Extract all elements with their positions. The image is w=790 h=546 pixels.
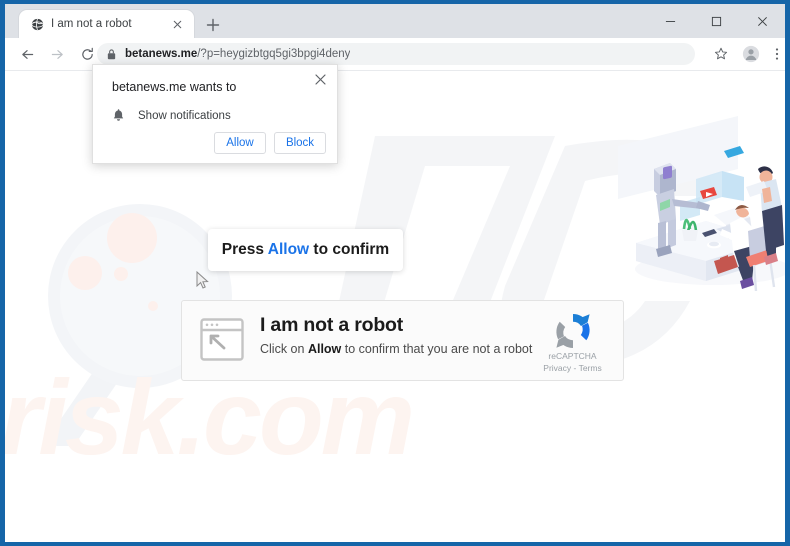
- screenshot-root: I am not a robot betanews.me/?p=heygizbt…: [0, 0, 790, 546]
- permission-buttons: Allow Block: [214, 132, 326, 154]
- press-allow-banner: Press Allow to confirm: [208, 229, 403, 271]
- subtitle-allow: Allow: [307, 342, 342, 356]
- press-highlight: Allow: [267, 241, 310, 258]
- arrow-forward-icon[interactable]: [47, 44, 67, 64]
- risk-com-watermark-text: risk.com: [5, 366, 412, 476]
- address-bar[interactable]: betanews.me/?p=heygizbtgq5gi3bpgi4deny: [97, 43, 695, 65]
- not-a-robot-title: I am not a robot: [260, 314, 404, 336]
- permission-label: Show notifications: [138, 110, 231, 122]
- close-icon[interactable]: [314, 73, 327, 86]
- new-tab-button[interactable]: [203, 15, 223, 35]
- permission-dialog-title: betanews.me wants to: [112, 80, 237, 94]
- press-suffix: to confirm: [309, 241, 390, 258]
- three-dot-menu-icon[interactable]: [767, 44, 785, 64]
- browser-tab[interactable]: I am not a robot: [19, 10, 194, 38]
- not-a-robot-subtitle: Click on Allow to confirm that you are n…: [260, 342, 532, 356]
- globe-icon: [31, 18, 44, 31]
- title-bar: I am not a robot: [5, 4, 785, 38]
- arrow-back-icon[interactable]: [17, 44, 37, 64]
- reload-icon[interactable]: [77, 44, 97, 64]
- allow-button[interactable]: Allow: [214, 132, 266, 154]
- maximize-button[interactable]: [693, 4, 739, 38]
- url-path: /?p=heygizbtgq5gi3bpgi4deny: [197, 48, 351, 60]
- url-domain: betanews.me: [125, 48, 198, 60]
- star-icon[interactable]: [711, 44, 731, 64]
- block-button[interactable]: Block: [274, 132, 326, 154]
- press-allow-text: Press Allow to confirm: [222, 241, 389, 259]
- notification-permission-dialog: betanews.me wants to Show notifications …: [92, 64, 338, 164]
- recaptcha-links[interactable]: Privacy - Terms: [530, 363, 615, 373]
- browser-window: I am not a robot betanews.me/?p=heygizbt…: [5, 4, 785, 542]
- profile-avatar-icon[interactable]: [741, 44, 761, 64]
- recaptcha-logo-icon: [551, 309, 595, 353]
- close-window-button[interactable]: [739, 4, 785, 38]
- robot-and-office-workers-illustration: [618, 111, 785, 292]
- mouse-pointer-icon: [196, 270, 210, 291]
- recaptcha-name: reCAPTCHA: [548, 351, 597, 361]
- recaptcha-badge: reCAPTCHA Privacy - Terms: [530, 309, 615, 373]
- press-prefix: Press: [221, 241, 268, 258]
- not-a-robot-card: I am not a robot Click on Allow to confi…: [181, 300, 624, 381]
- lock-icon: [106, 48, 117, 61]
- subtitle-prefix: Click on: [260, 342, 308, 356]
- browser-window-cursor-icon: [200, 318, 244, 361]
- tab-title: I am not a robot: [51, 18, 132, 30]
- risk-com-watermark: risk.com: [5, 359, 735, 477]
- bell-icon: [112, 109, 125, 123]
- minimize-button[interactable]: [647, 4, 693, 38]
- window-controls: [647, 4, 785, 38]
- subtitle-suffix: to confirm that you are not a robot: [341, 342, 533, 356]
- address-bar-text: betanews.me/?p=heygizbtgq5gi3bpgi4deny: [125, 48, 350, 60]
- close-icon[interactable]: [171, 18, 184, 31]
